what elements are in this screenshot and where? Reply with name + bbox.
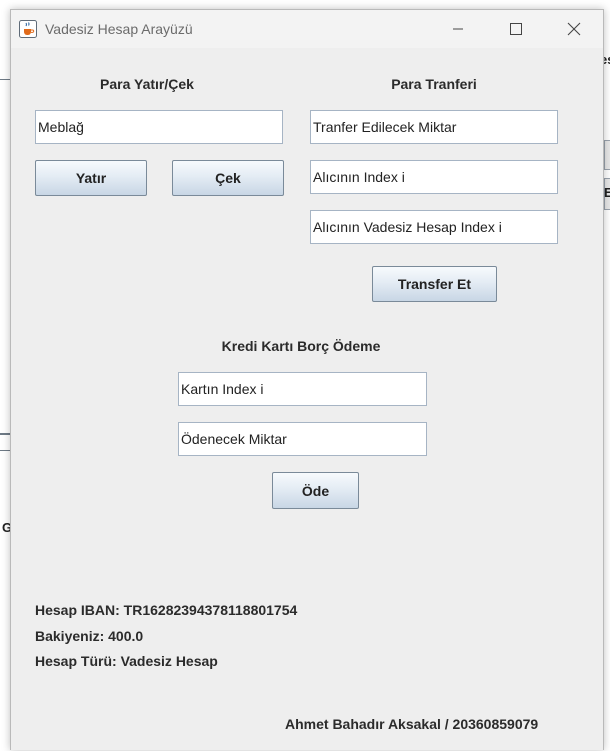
maximize-icon xyxy=(510,23,522,35)
app-window: Vadesiz Hesap Arayüzü Para Yatır/Çek Yat… xyxy=(10,9,604,750)
deposit-amount-field[interactable] xyxy=(35,110,283,144)
java-cup-icon xyxy=(19,20,37,38)
background-text: E xyxy=(604,185,610,200)
recipient-account-index-field[interactable] xyxy=(310,210,558,244)
background-window-edge xyxy=(0,433,10,435)
maximize-button[interactable] xyxy=(487,10,545,48)
author-credit: Ahmet Bahadır Aksakal / 20360859079 xyxy=(285,716,539,732)
pay-button[interactable]: Öde xyxy=(272,472,359,509)
transfer-heading: Para Tranferi xyxy=(391,76,477,92)
minimize-button[interactable] xyxy=(429,10,487,48)
close-icon xyxy=(567,22,581,36)
credit-card-heading: Kredi Kartı Borç Ödeme xyxy=(221,338,381,354)
window-content: Para Yatır/Çek Yatır Çek Para Tranferi T… xyxy=(11,48,603,751)
payment-amount-field[interactable] xyxy=(178,422,427,456)
card-index-field[interactable] xyxy=(178,372,427,406)
recipient-index-field[interactable] xyxy=(310,160,558,194)
close-button[interactable] xyxy=(545,10,603,48)
transfer-button[interactable]: Transfer Et xyxy=(372,266,497,302)
title-bar[interactable]: Vadesiz Hesap Arayüzü xyxy=(11,10,603,48)
account-iban: Hesap IBAN: TR16282394378118801754 xyxy=(35,602,298,618)
withdraw-button[interactable]: Çek xyxy=(172,160,284,196)
minimize-icon xyxy=(453,28,463,30)
account-type: Hesap Türü: Vadesiz Hesap xyxy=(35,653,218,669)
window-title: Vadesiz Hesap Arayüzü xyxy=(45,21,193,37)
deposit-button[interactable]: Yatır xyxy=(35,160,147,196)
account-balance: Bakiyeniz: 400.0 xyxy=(35,628,144,644)
background-window-edge xyxy=(0,450,10,451)
background-control xyxy=(604,140,610,170)
background-window-edge xyxy=(0,79,10,80)
transfer-amount-field[interactable] xyxy=(310,110,558,144)
deposit-withdraw-heading: Para Yatır/Çek xyxy=(100,76,194,92)
